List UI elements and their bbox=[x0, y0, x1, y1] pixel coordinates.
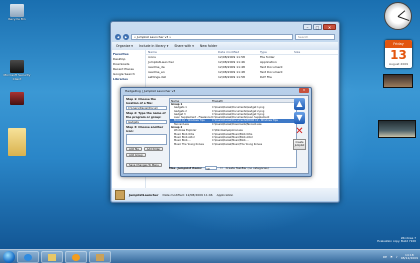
delete-icon[interactable]: ✕ bbox=[294, 126, 305, 137]
save-row: Save Changes To Menu bbox=[126, 163, 167, 168]
add-buttons-row: Add file Add folder bbox=[126, 146, 167, 151]
address-field[interactable]: « Jumplist Launcher v3 » bbox=[131, 33, 293, 40]
calendar-weekday: Friday bbox=[385, 40, 412, 48]
address-bar-row: ◀ ▶ « Jumplist Launcher v3 » Search bbox=[115, 33, 335, 40]
calendar-month: August 2009 bbox=[388, 62, 409, 66]
jumplist-launcher-icon bbox=[96, 253, 104, 261]
system-tray: DE ⚑ ♪ 14:18 08/12/2009 bbox=[383, 251, 418, 263]
grid-rows: Group 1 Gadgets 1 C:\Users\Daniel\Document… bbox=[170, 103, 296, 146]
volume-icon[interactable]: ♪ bbox=[396, 255, 398, 259]
os-watermark: Windows 7 Evaluation copy. Build 7100 bbox=[377, 236, 416, 244]
media-player-icon bbox=[72, 253, 80, 261]
details-date: Date modified: 12/08/2009 11:46 bbox=[162, 192, 213, 197]
shield-icon bbox=[10, 60, 24, 73]
file-row[interactable]: settings.dat 12/08/2009 11:58 DAT File bbox=[146, 75, 338, 80]
dialog-titlebar: HedgeDog | Jumplist Launcher v3 ✕ bbox=[121, 88, 311, 94]
folder-icon bbox=[8, 128, 26, 156]
grid-item-row[interactable]: Music The Young Knives C:\Users\Daniel\Mu… bbox=[170, 143, 296, 146]
new-folder-button[interactable]: New folder bbox=[200, 44, 217, 48]
step2-label: Step 2: Type the name of the program or … bbox=[126, 111, 166, 119]
dialog-close-button[interactable]: ✕ bbox=[299, 88, 309, 93]
program-name-input[interactable]: Gadgets bbox=[126, 120, 167, 125]
maximize-button[interactable]: □ bbox=[313, 24, 322, 30]
jumplist-items-grid[interactable]: Name Filepath Group 1 Gadgets 1 C:\Users\D… bbox=[169, 98, 297, 168]
search-input[interactable]: Search bbox=[295, 33, 335, 40]
step1-label: Step 1: Choose the location of a file: bbox=[126, 97, 156, 105]
taskbar: DE ⚑ ♪ 14:18 08/12/2009 bbox=[0, 249, 420, 263]
add-file-button[interactable]: Add file bbox=[126, 146, 142, 151]
include-library-menu[interactable]: Include in library ▾ bbox=[139, 44, 168, 48]
step3-label: Step 3: Choose another icon: bbox=[126, 125, 164, 133]
explorer-toolbar: Organize ▾ Include in library ▾ Share wi… bbox=[112, 42, 338, 50]
create-taskbar-label: Create TaskBar (no categories) bbox=[225, 166, 269, 170]
grid-column-name[interactable]: Name bbox=[170, 99, 212, 102]
close-button[interactable]: ✕ bbox=[323, 24, 336, 30]
column-type[interactable]: Type bbox=[258, 50, 292, 54]
details-pane: JumplistLauncher Date modified: 12/08/20… bbox=[112, 188, 338, 201]
clock-gadget[interactable] bbox=[384, 2, 412, 30]
column-name[interactable]: Name bbox=[146, 50, 216, 54]
back-arrow-icon[interactable]: ◀ bbox=[115, 33, 121, 40]
item-actions: ▲ ▼ ✕ Create Jumplist bbox=[293, 98, 306, 150]
security-client-icon[interactable]: Microsoft Security Client bbox=[2, 60, 32, 81]
calendar-gadget[interactable]: Friday 13 August 2009 bbox=[385, 40, 412, 68]
save-changes-button[interactable]: Save Changes To Menu bbox=[126, 163, 162, 168]
taskbar-app-button[interactable] bbox=[89, 250, 111, 263]
max-items-label: Max. JumpList items: bbox=[169, 166, 203, 170]
add-group-button[interactable]: Add Group bbox=[126, 152, 146, 157]
app-icon bbox=[10, 92, 24, 105]
taskbar-explorer-button[interactable] bbox=[41, 250, 63, 263]
calendar-day: 13 bbox=[390, 48, 407, 62]
column-size[interactable]: Size bbox=[292, 50, 322, 54]
file-location-input[interactable]: C:\Users\Daniel\Docum bbox=[126, 106, 167, 111]
details-type: Application bbox=[216, 192, 234, 197]
tray-flag-icon[interactable]: ⚑ bbox=[390, 255, 393, 259]
add-folder-button[interactable]: Add folder bbox=[143, 146, 164, 151]
options-bar: Max. JumpList items: 10 ☐ Create TaskBar… bbox=[169, 165, 306, 171]
move-up-icon[interactable]: ▲ bbox=[294, 98, 305, 110]
slideshow-gadget-image[interactable] bbox=[383, 74, 413, 88]
taskbar-media-button[interactable] bbox=[65, 250, 87, 263]
explorer-titlebar: – □ ✕ bbox=[111, 22, 339, 32]
grid-cell-name: Music The Young Knives bbox=[174, 142, 204, 146]
recycle-bin-icon[interactable]: Recycle Bin bbox=[2, 4, 32, 22]
minimize-button[interactable]: – bbox=[303, 24, 312, 30]
trash-icon bbox=[10, 4, 24, 17]
taskbar-ie-button[interactable] bbox=[17, 250, 39, 263]
desktop-shortcut-icon[interactable] bbox=[2, 92, 32, 106]
forward-arrow-icon[interactable]: ▶ bbox=[123, 33, 129, 40]
jumplist-launcher-window: HedgeDog | Jumplist Launcher v3 ✕ Step 1… bbox=[120, 87, 312, 177]
column-date[interactable]: Date modified bbox=[216, 50, 258, 54]
application-icon bbox=[115, 189, 125, 200]
language-indicator[interactable]: DE bbox=[383, 255, 387, 259]
slideshow-gadget[interactable] bbox=[378, 120, 416, 138]
folder-shortcut-icon[interactable] bbox=[2, 128, 32, 157]
organize-menu[interactable]: Organize ▾ bbox=[116, 44, 133, 48]
grid-cell-path: C:\Users\Daniel\Music\The Young Knives bbox=[212, 142, 262, 146]
start-button[interactable] bbox=[3, 250, 15, 263]
dialog-title: HedgeDog | Jumplist Launcher v3 bbox=[125, 89, 176, 93]
libraries-header[interactable]: Libraries bbox=[113, 77, 144, 82]
dialog-client: Step 1: Choose the location of a file: C… bbox=[123, 95, 309, 174]
grid-column-filepath[interactable]: Filepath bbox=[212, 99, 296, 102]
steps-panel: Step 1: Choose the location of a file: C… bbox=[126, 97, 167, 171]
max-items-select[interactable]: 10 bbox=[205, 166, 218, 171]
share-with-menu[interactable]: Share with ▾ bbox=[174, 44, 194, 48]
icon-picker[interactable] bbox=[126, 133, 167, 145]
details-name: JumplistLauncher bbox=[129, 192, 159, 197]
create-jumplist-button[interactable]: Create Jumplist bbox=[293, 139, 306, 150]
folder-icon bbox=[48, 253, 56, 261]
clock-minute-hand bbox=[397, 16, 410, 21]
internet-explorer-icon bbox=[24, 253, 32, 261]
taskbar-clock[interactable]: 14:18 08/12/2009 bbox=[401, 253, 418, 261]
move-down-icon[interactable]: ▼ bbox=[294, 112, 305, 124]
create-taskbar-checkbox[interactable]: ☐ bbox=[220, 166, 223, 170]
